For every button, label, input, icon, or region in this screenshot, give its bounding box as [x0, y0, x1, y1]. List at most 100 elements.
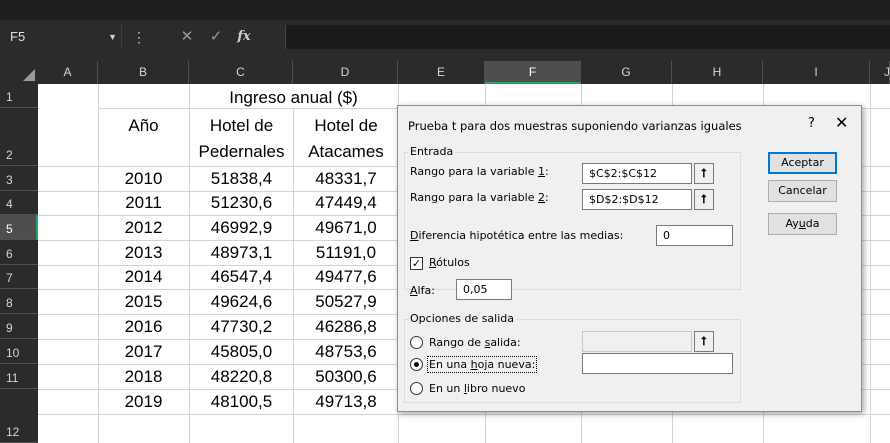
cell-year[interactable]: 2018 [99, 365, 188, 389]
cell-hotel2-value[interactable]: 46286,8 [294, 315, 398, 339]
cell-d2-line2[interactable]: Atacames [294, 140, 398, 164]
column-header-f[interactable]: F [485, 61, 581, 84]
row-header-1[interactable]: 1 [0, 84, 38, 108]
row-header-10[interactable]: 10 [0, 339, 38, 364]
cell-hotel1-value[interactable]: 49624,6 [190, 290, 293, 314]
column-header-c[interactable]: C [189, 61, 293, 84]
help-icon[interactable]: ? [808, 116, 815, 131]
cell-hotel2-value[interactable]: 49713,8 [294, 390, 398, 414]
cell-year[interactable]: 2015 [99, 290, 188, 314]
column-header-h[interactable]: H [672, 61, 763, 84]
dialog-title: Prueba t para dos muestras suponiendo va… [408, 119, 742, 133]
cell-hotel2-value[interactable]: 50300,6 [294, 365, 398, 389]
cell-hotel1-value[interactable]: 48220,8 [190, 365, 293, 389]
output-range-selector-icon[interactable]: ⭡ [694, 331, 714, 352]
grid-line [38, 414, 890, 415]
select-all-corner[interactable] [0, 61, 38, 84]
new-sheet-label[interactable]: En una hoja nueva: [426, 356, 538, 373]
cancel-button[interactable]: Cancelar [768, 180, 837, 202]
cell-hotel1-value[interactable]: 51838,4 [190, 167, 293, 191]
name-box-value: F5 [10, 29, 26, 44]
cell-year[interactable]: 2011 [99, 191, 188, 215]
cell-hotel1-value[interactable]: 45805,0 [190, 340, 293, 364]
column-header-j[interactable]: J [870, 61, 890, 84]
input-group-label: Entrada [408, 145, 456, 158]
cell-c2-line1[interactable]: Hotel de [190, 114, 293, 138]
var2-range-input[interactable]: $D$2:$D$12 [582, 189, 692, 210]
chevron-down-icon[interactable]: ▼ [108, 25, 117, 49]
row-header-8[interactable]: 8 [0, 289, 38, 314]
row-header-2[interactable]: 2 [0, 108, 38, 166]
row-header-6[interactable]: 6 [0, 240, 38, 265]
close-icon[interactable]: ✕ [835, 113, 848, 132]
cell-year[interactable]: 2010 [99, 167, 188, 191]
cell-hotel1-value[interactable]: 48973,1 [190, 241, 293, 265]
row-header-9[interactable]: 9 [0, 314, 38, 339]
formula-input[interactable] [285, 25, 890, 49]
cell-year[interactable]: 2019 [99, 390, 188, 414]
var2-range-selector-icon[interactable]: ⭡ [694, 189, 714, 210]
alpha-input[interactable]: 0,05 [456, 279, 512, 300]
cell-hotel1-value[interactable]: 51230,6 [190, 191, 293, 215]
column-header-g[interactable]: G [581, 61, 672, 84]
row-header-12[interactable]: 12 [0, 389, 38, 443]
cell-hotel2-value[interactable]: 50527,9 [294, 290, 398, 314]
hypothesized-difference-label: Diferencia hipotética entre las medias: [410, 229, 624, 242]
title-strip [0, 0, 890, 20]
column-header-e[interactable]: E [398, 61, 485, 84]
cell-year[interactable]: 2014 [99, 265, 188, 289]
output-range-input[interactable] [582, 331, 692, 352]
hypothesized-difference-input[interactable]: 0 [656, 225, 733, 246]
row-header-4[interactable]: 4 [0, 191, 38, 215]
cancel-x-icon[interactable]: ✕ [176, 25, 198, 49]
enter-check-icon[interactable]: ✓ [205, 25, 227, 49]
cell-c2-line2[interactable]: Pedernales [190, 140, 293, 164]
cell-year[interactable]: 2016 [99, 315, 188, 339]
cell-year[interactable]: 2013 [99, 241, 188, 265]
cell-hotel2-value[interactable]: 51191,0 [294, 241, 398, 265]
var1-label: Rango para la variable 1: [410, 165, 549, 178]
alpha-label: Alfa: [410, 284, 435, 297]
ok-button[interactable]: Aceptar [768, 152, 837, 174]
column-header-a[interactable]: A [38, 61, 98, 84]
column-header-d[interactable]: D [293, 61, 398, 84]
cell-b2-year-header[interactable]: Año [99, 114, 188, 138]
new-sheet-name-input[interactable] [582, 353, 733, 374]
output-range-radio[interactable] [410, 336, 423, 349]
cell-year[interactable]: 2017 [99, 340, 188, 364]
var1-range-selector-icon[interactable]: ⭡ [694, 163, 714, 184]
cell-hotel2-value[interactable]: 47449,4 [294, 191, 398, 215]
output-group-label: Opciones de salida [408, 312, 516, 325]
merged-cell-b1 [99, 85, 188, 108]
new-workbook-label[interactable]: En un libro nuevo [429, 382, 525, 395]
cell-hotel2-value[interactable]: 48331,7 [294, 167, 398, 191]
cell-hotel1-value[interactable]: 48100,5 [190, 390, 293, 414]
cell-c1-header[interactable]: Ingreso anual ($) [190, 86, 397, 110]
cell-hotel1-value[interactable]: 46547,4 [190, 265, 293, 289]
column-header-b[interactable]: B [98, 61, 189, 84]
vertical-ellipsis-icon[interactable]: ⋮ [128, 25, 150, 49]
row-header-5[interactable]: 5 [0, 215, 38, 240]
cell-hotel2-value[interactable]: 49477,6 [294, 265, 398, 289]
row-header-7[interactable]: 7 [0, 265, 38, 289]
cell-hotel1-value[interactable]: 47730,2 [190, 315, 293, 339]
name-box[interactable]: F5 ▼ [4, 25, 122, 49]
help-button[interactable]: Ayuda [768, 213, 837, 235]
labels-checkbox[interactable]: ✓ [410, 257, 423, 270]
radio-selected-dot [414, 362, 419, 367]
row-header-3[interactable]: 3 [0, 166, 38, 191]
new-sheet-radio[interactable] [410, 358, 423, 371]
row-header-11[interactable]: 11 [0, 364, 38, 389]
output-range-label[interactable]: Rango de salida: [429, 336, 521, 349]
cell-hotel1-value[interactable]: 46992,9 [190, 216, 293, 240]
var1-range-input[interactable]: $C$2:$C$12 [582, 163, 692, 184]
insert-function-icon[interactable]: fx [233, 25, 255, 49]
t-test-dialog: Prueba t para dos muestras suponiendo va… [397, 105, 862, 412]
cell-hotel2-value[interactable]: 48753,6 [294, 340, 398, 364]
cell-year[interactable]: 2012 [99, 216, 188, 240]
cell-d2-line1[interactable]: Hotel de [294, 114, 398, 138]
labels-checkbox-label[interactable]: Rótulos [429, 256, 470, 269]
column-header-i[interactable]: I [763, 61, 870, 84]
new-workbook-radio[interactable] [410, 382, 423, 395]
cell-hotel2-value[interactable]: 49671,0 [294, 216, 398, 240]
